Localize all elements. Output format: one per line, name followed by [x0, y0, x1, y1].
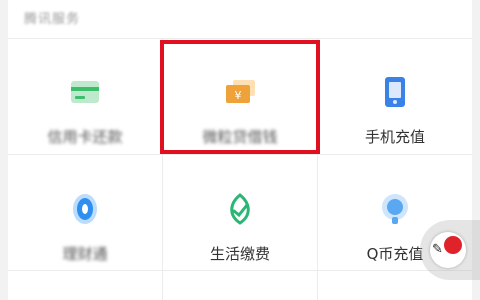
phone-icon [375, 72, 415, 112]
life-payment-icon [220, 189, 260, 229]
section-title: 腾讯服务 [24, 12, 81, 27]
service-phone-recharge[interactable]: 手机充值 [318, 38, 472, 154]
service-label: 手机充值 [364, 128, 425, 146]
service-label: Q币充值 [366, 245, 424, 263]
floating-widget[interactable]: ✎ [420, 220, 480, 280]
service-life-payment[interactable]: 生活缴费 [163, 155, 317, 271]
qcoin-icon [375, 189, 415, 229]
floating-mark-icon: ✎ [432, 242, 443, 257]
service-label: 信用卡还款 [47, 128, 123, 146]
service-licaitong[interactable]: 理财通 [8, 155, 162, 271]
highlight-box [160, 40, 320, 154]
wealth-icon [65, 189, 105, 229]
service-label: 生活缴费 [209, 245, 270, 263]
service-label: 理财通 [62, 245, 108, 263]
card-icon [65, 72, 105, 112]
service-credit-card-repay[interactable]: 信用卡还款 [8, 38, 162, 154]
